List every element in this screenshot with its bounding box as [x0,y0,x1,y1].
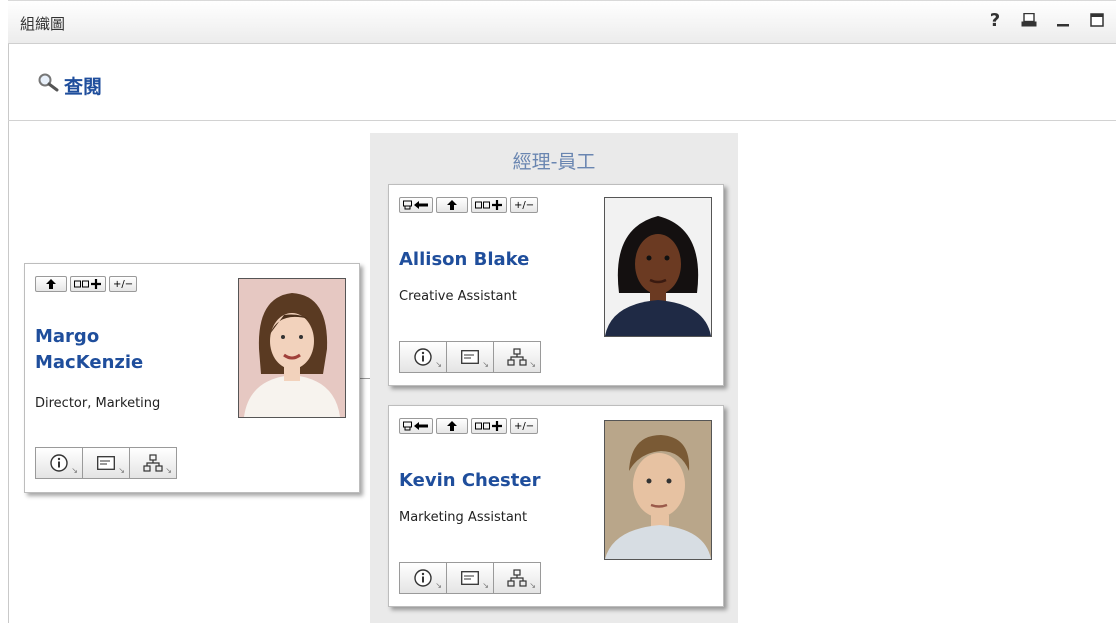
help-button[interactable]: ? [986,9,1004,31]
info-button[interactable]: ↘ [399,341,447,373]
set-manager-icon [403,200,428,210]
manager-photo [238,278,346,418]
go-up-button[interactable] [35,276,67,292]
set-manager-button[interactable] [399,197,433,213]
employee-card: +/− Kevin Chester Marketing Assistant ↘ … [388,405,724,607]
add-reports-icon [475,421,502,431]
dropdown-arrow-icon: ↘ [529,581,536,590]
add-reports-icon [475,200,502,210]
maximize-button[interactable] [1088,10,1106,30]
minimize-icon [1057,24,1069,27]
set-manager-icon [403,421,428,431]
email-button[interactable]: ↘ [446,562,494,594]
set-manager-button[interactable] [399,418,433,434]
info-icon [50,454,68,472]
email-icon [461,350,479,364]
expand-collapse-label: +/− [113,278,134,290]
manager-job-title: Director, Marketing [35,396,161,411]
employee-card: +/− Allison Blake Creative Assistant ↘ ↘… [388,184,724,386]
expand-collapse-button[interactable]: +/− [510,418,539,434]
dropdown-arrow-icon: ↘ [482,581,489,590]
email-button[interactable]: ↘ [446,341,494,373]
org-chart-icon [507,569,527,587]
employee-photo [604,197,712,337]
maximize-icon [1090,13,1104,27]
org-chart-button[interactable]: ↘ [129,447,177,479]
info-button[interactable]: ↘ [399,562,447,594]
lookup-label: 查閱 [64,76,103,98]
panel-title: 經理-員工 [512,151,596,173]
org-chart-button[interactable]: ↘ [493,562,541,594]
go-up-button[interactable] [436,197,468,213]
dropdown-arrow-icon: ↘ [71,466,78,475]
dropdown-arrow-icon: ↘ [435,581,442,590]
print-icon [1021,13,1037,27]
employee-job-title: Marketing Assistant [399,510,528,525]
magnifier-icon [38,73,59,92]
manager-name[interactable]: Margo MacKenzie [35,324,225,376]
card-toolbar: +/− [399,418,539,434]
org-chart-icon [143,454,163,472]
print-button[interactable] [1020,10,1038,30]
card-toolbar: +/− [35,276,138,292]
window-controls: ? [986,9,1106,31]
lookup-link[interactable]: 查閱 [38,66,102,98]
expand-collapse-button[interactable]: +/− [510,197,539,213]
info-button[interactable]: ↘ [35,447,83,479]
org-chart-icon [507,348,527,366]
add-reports-icon [74,279,101,289]
manager-card: +/− Margo MacKenzie Director, Marketing … [24,263,360,493]
add-reports-button[interactable] [471,418,507,434]
employee-name[interactable]: Kevin Chester [399,468,540,494]
employee-job-title: Creative Assistant [399,289,517,304]
email-icon [461,571,479,585]
minimize-button[interactable] [1054,10,1072,30]
email-icon [97,456,115,470]
dropdown-arrow-icon: ↘ [435,360,442,369]
portlet-title: 組織圖 [20,15,66,33]
employee-actions: ↘ ↘ ↘ [399,562,541,594]
dropdown-arrow-icon: ↘ [482,360,489,369]
manager-name-line1: Margo [35,326,100,347]
email-button[interactable]: ↘ [82,447,130,479]
manager-name-line2: MacKenzie [35,352,144,373]
help-icon: ? [989,9,1001,31]
dropdown-arrow-icon: ↘ [118,466,125,475]
up-arrow-icon [447,421,457,431]
up-arrow-icon [447,200,457,210]
info-icon [414,348,432,366]
up-arrow-icon [46,279,56,289]
add-reports-button[interactable] [471,197,507,213]
employee-photo [604,420,712,560]
org-chart-button[interactable]: ↘ [493,341,541,373]
expand-collapse-label: +/− [514,199,535,211]
employee-name[interactable]: Allison Blake [399,247,529,273]
dropdown-arrow-icon: ↘ [529,360,536,369]
dropdown-arrow-icon: ↘ [165,466,172,475]
employee-actions: ↘ ↘ ↘ [399,341,541,373]
manager-actions: ↘ ↘ ↘ [35,447,177,479]
expand-collapse-label: +/− [514,420,535,432]
portlet-titlebar: 組織圖 ? [8,0,1116,44]
go-up-button[interactable] [436,418,468,434]
expand-collapse-button[interactable]: +/− [109,276,138,292]
card-toolbar: +/− [399,197,539,213]
add-reports-button[interactable] [70,276,106,292]
header-separator [8,120,1116,121]
info-icon [414,569,432,587]
